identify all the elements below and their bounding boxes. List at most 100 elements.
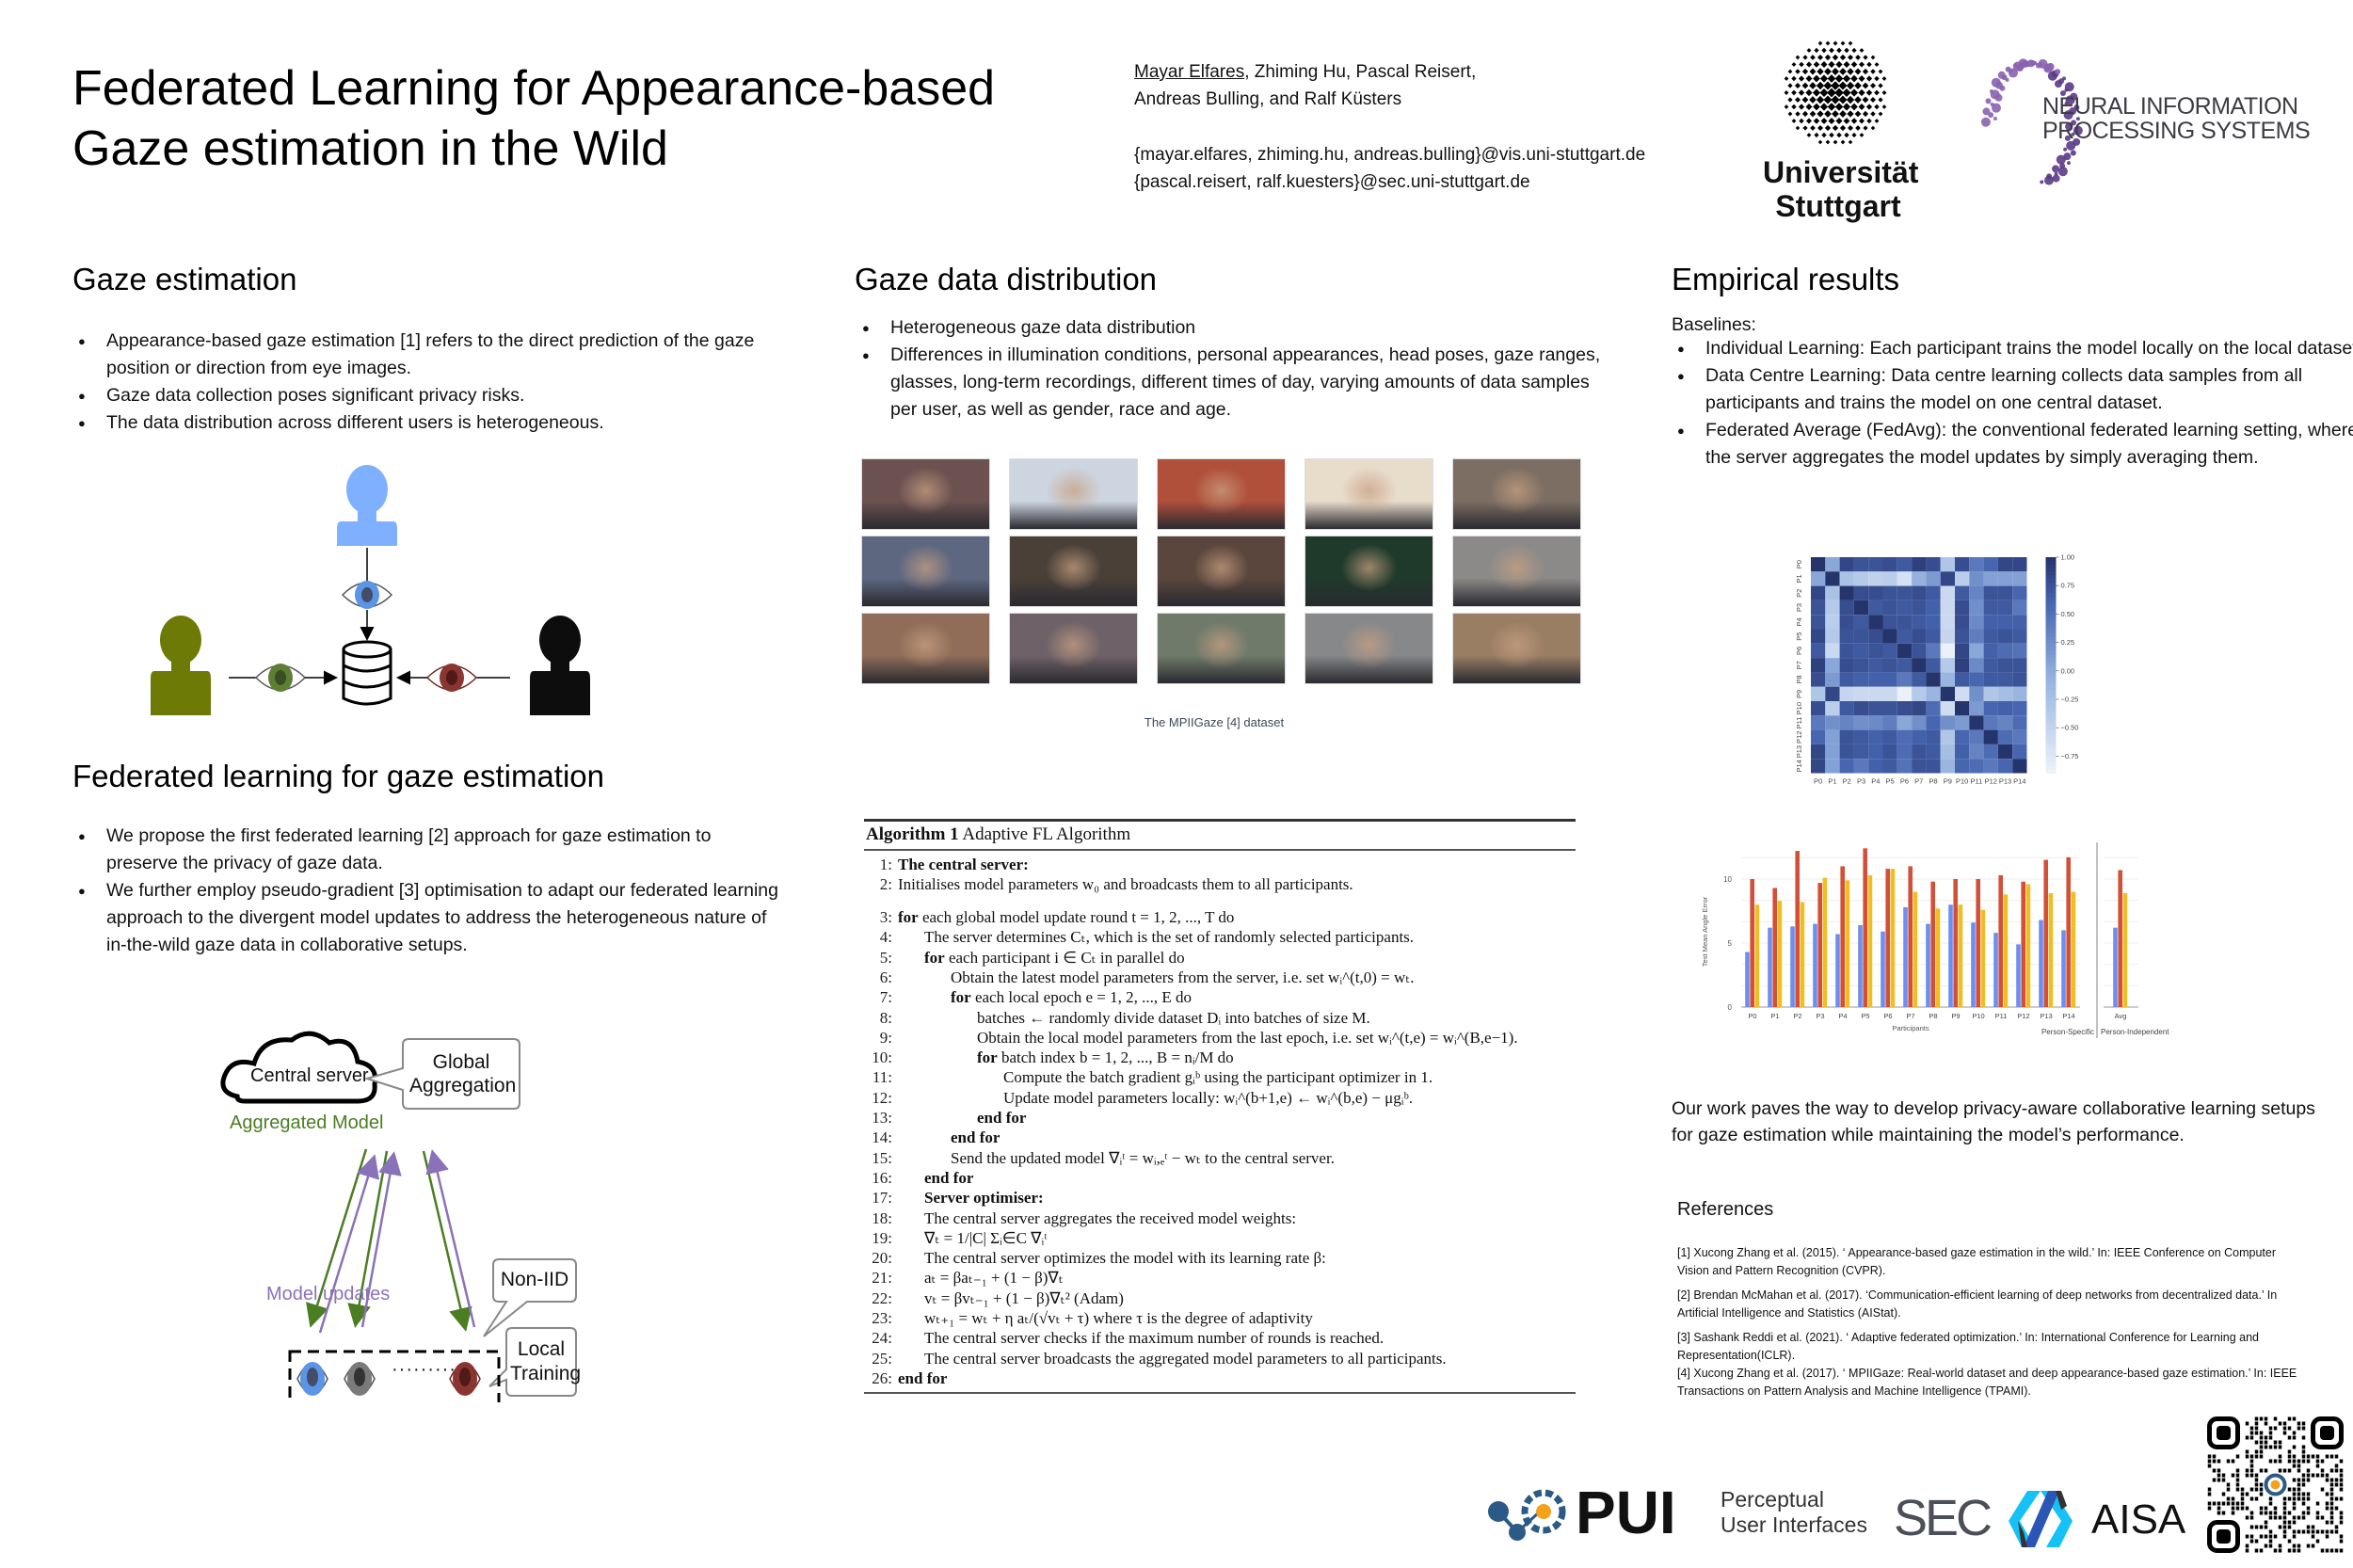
- line-text: The central server aggregates the receiv…: [924, 1208, 1297, 1227]
- heatmap-cell: [1868, 672, 1883, 687]
- heatmap-cell: [1825, 658, 1840, 673]
- heatmap-cell: [1897, 744, 1913, 760]
- heatmap-cell: [1882, 585, 1897, 600]
- algorithm-line: 21: aₜ = βaₜ₋₁ + (1 − β)∇ₜ: [864, 1268, 1576, 1288]
- neurips-wordmark: NEURAL INFORMATION PROCESSING SYSTEMS: [2042, 94, 2311, 143]
- algorithm-line: 4: The server determines Cₜ, which is the…: [864, 927, 1576, 947]
- heatmap-cell: [1926, 672, 1941, 687]
- keyword: end for: [924, 1168, 974, 1187]
- heatmap-cell: [1897, 643, 1913, 659]
- algorithm-line: 1: The central server:: [864, 855, 1576, 874]
- heatmap-cell: [1868, 571, 1883, 586]
- heatmap-cell: [1811, 715, 1826, 730]
- line-text: each local epoch e = 1, 2, ..., E do: [970, 988, 1192, 1007]
- heatmap-cell: [1955, 759, 1970, 774]
- heatmap-y-tick: P3: [1795, 603, 1803, 612]
- bar: [2048, 892, 2054, 1007]
- heatmap-cell: [2012, 615, 2027, 630]
- authors-line-2: Andreas Bulling, and Ralf Küsters: [1134, 89, 1402, 109]
- group-label-person-independent: Person-Independent: [2101, 1028, 2169, 1036]
- heatmap-cell: [1926, 600, 1941, 616]
- reference-item: [3] Sashank Reddi et al. (2021). ‘ Adapt…: [1677, 1331, 2259, 1362]
- heatmap-cell: [1997, 658, 2013, 673]
- eye-icon-blue: [341, 581, 393, 609]
- heatmap-cell: [1811, 658, 1826, 673]
- reference-item: [2] Brendan McMahan et al. (2017). ‘Comm…: [1677, 1288, 2278, 1320]
- poster-title: Federated Learning for Appearance-based …: [72, 58, 995, 179]
- line-text: Compute the batch gradient gᵢᵇ using the…: [1003, 1068, 1433, 1087]
- line-text: wₜ₊₁ = wₜ + η aₜ/(√vₜ + τ) where τ is th…: [924, 1309, 1313, 1328]
- line-text: batches ← randomly divide dataset Dᵢ int…: [977, 1008, 1370, 1027]
- algorithm-line: 7: for each local epoch e = 1, 2, ..., E …: [864, 987, 1576, 1007]
- line-text: Obtain the latest model parameters from …: [951, 968, 1415, 986]
- section-heading-results: Empirical results: [1672, 262, 1900, 296]
- algorithm-line: 24: The central server checks if the maxi…: [864, 1328, 1576, 1348]
- heatmap-cell: [1825, 615, 1840, 630]
- heatmap-cell: [1825, 672, 1840, 687]
- sec-logo: SEC: [1894, 1490, 1993, 1546]
- qr-code[interactable]: [2207, 1416, 2344, 1553]
- line-number: 24:: [872, 1329, 892, 1348]
- heatmap-cell: [1825, 759, 1840, 774]
- heatmap-cell: [1997, 557, 2013, 572]
- algorithm-line: 11: Compute the batch gradient gᵢᵇ using …: [864, 1067, 1576, 1087]
- dataset-sample-image: [1452, 536, 1581, 607]
- dataset-sample-image: [1009, 613, 1138, 684]
- heatmap-cell: [1868, 643, 1883, 659]
- x-tick-label: P9: [1951, 1012, 1960, 1020]
- heatmap-cell: [1926, 686, 1941, 701]
- heatmap-x-tick: P2: [1843, 777, 1851, 786]
- bar: [1754, 904, 1760, 1007]
- heatmap-cell: [1868, 729, 1883, 744]
- heatmap-cell: [1912, 715, 1927, 730]
- heatmap-cell: [1955, 729, 1970, 744]
- line-number: 16:: [872, 1168, 892, 1187]
- bar: [1813, 923, 1817, 1007]
- heatmap-cell: [1955, 658, 1970, 673]
- bar: [1817, 883, 1822, 1007]
- heatmap-cell: [1983, 701, 1998, 716]
- heatmap-x-tick: P9: [1944, 777, 1952, 786]
- bullet-item: We further employ pseudo-gradient [3] op…: [78, 877, 784, 959]
- heatmap-x-tick: P0: [1814, 777, 1822, 786]
- bar: [1890, 869, 1896, 1007]
- heatmap-cell: [1882, 658, 1897, 673]
- bar: [1840, 866, 1845, 1007]
- heatmap-cell: [1811, 729, 1826, 744]
- heatmap-cell: [1853, 557, 1869, 572]
- heatmap-cell: [1897, 600, 1913, 616]
- bar: [2025, 884, 2031, 1007]
- heatmap-cell: [1955, 600, 1970, 616]
- bar: [1790, 926, 1795, 1007]
- pui-subtitle-2: User Interfaces: [1721, 1512, 1867, 1537]
- heatmap-cell: [1839, 701, 1854, 716]
- bar: [2003, 894, 2009, 1007]
- heatmap-cell: [2012, 585, 2027, 600]
- algorithm-line: 18: The central server aggregates the rec…: [864, 1208, 1576, 1228]
- heatmap-cell: [1955, 672, 1970, 687]
- bar: [1976, 879, 1980, 1007]
- bar: [1750, 879, 1754, 1007]
- eye-icon-gray: [344, 1362, 376, 1396]
- avg-bar: [2118, 870, 2122, 1007]
- algorithm-line: 8: batches ← randomly divide dataset Dᵢ i…: [864, 1008, 1576, 1028]
- heatmap-cell: [1853, 629, 1869, 644]
- heatmap-x-tick: P10: [1956, 777, 1968, 786]
- heatmap-cell: [1997, 744, 2013, 760]
- avg-bar: [2122, 892, 2128, 1007]
- colorbar-segment: [2045, 636, 2057, 641]
- heatmap-cell: [1853, 759, 1869, 774]
- heatmap-cell: [1983, 658, 1998, 673]
- bullet-item: Federated Average (FedAvg): the conventi…: [1677, 417, 2353, 472]
- heatmap-cell: [1969, 759, 1984, 774]
- colorbar-segment: [2045, 589, 2057, 594]
- heatmap-cell: [1912, 701, 1927, 716]
- heatmap-cell: [1940, 629, 1955, 644]
- heatmap-cell: [1997, 643, 2013, 659]
- database-icon: [342, 640, 392, 706]
- heatmap-cell: [1882, 686, 1897, 701]
- heatmap-cell: [1897, 686, 1913, 701]
- algorithm-line: 14: end for: [864, 1128, 1576, 1147]
- x-tick-label: P14: [2062, 1012, 2074, 1020]
- references-list: [1] Xucong Zhang et al. (2015). ‘ Appear…: [1677, 1244, 2298, 1407]
